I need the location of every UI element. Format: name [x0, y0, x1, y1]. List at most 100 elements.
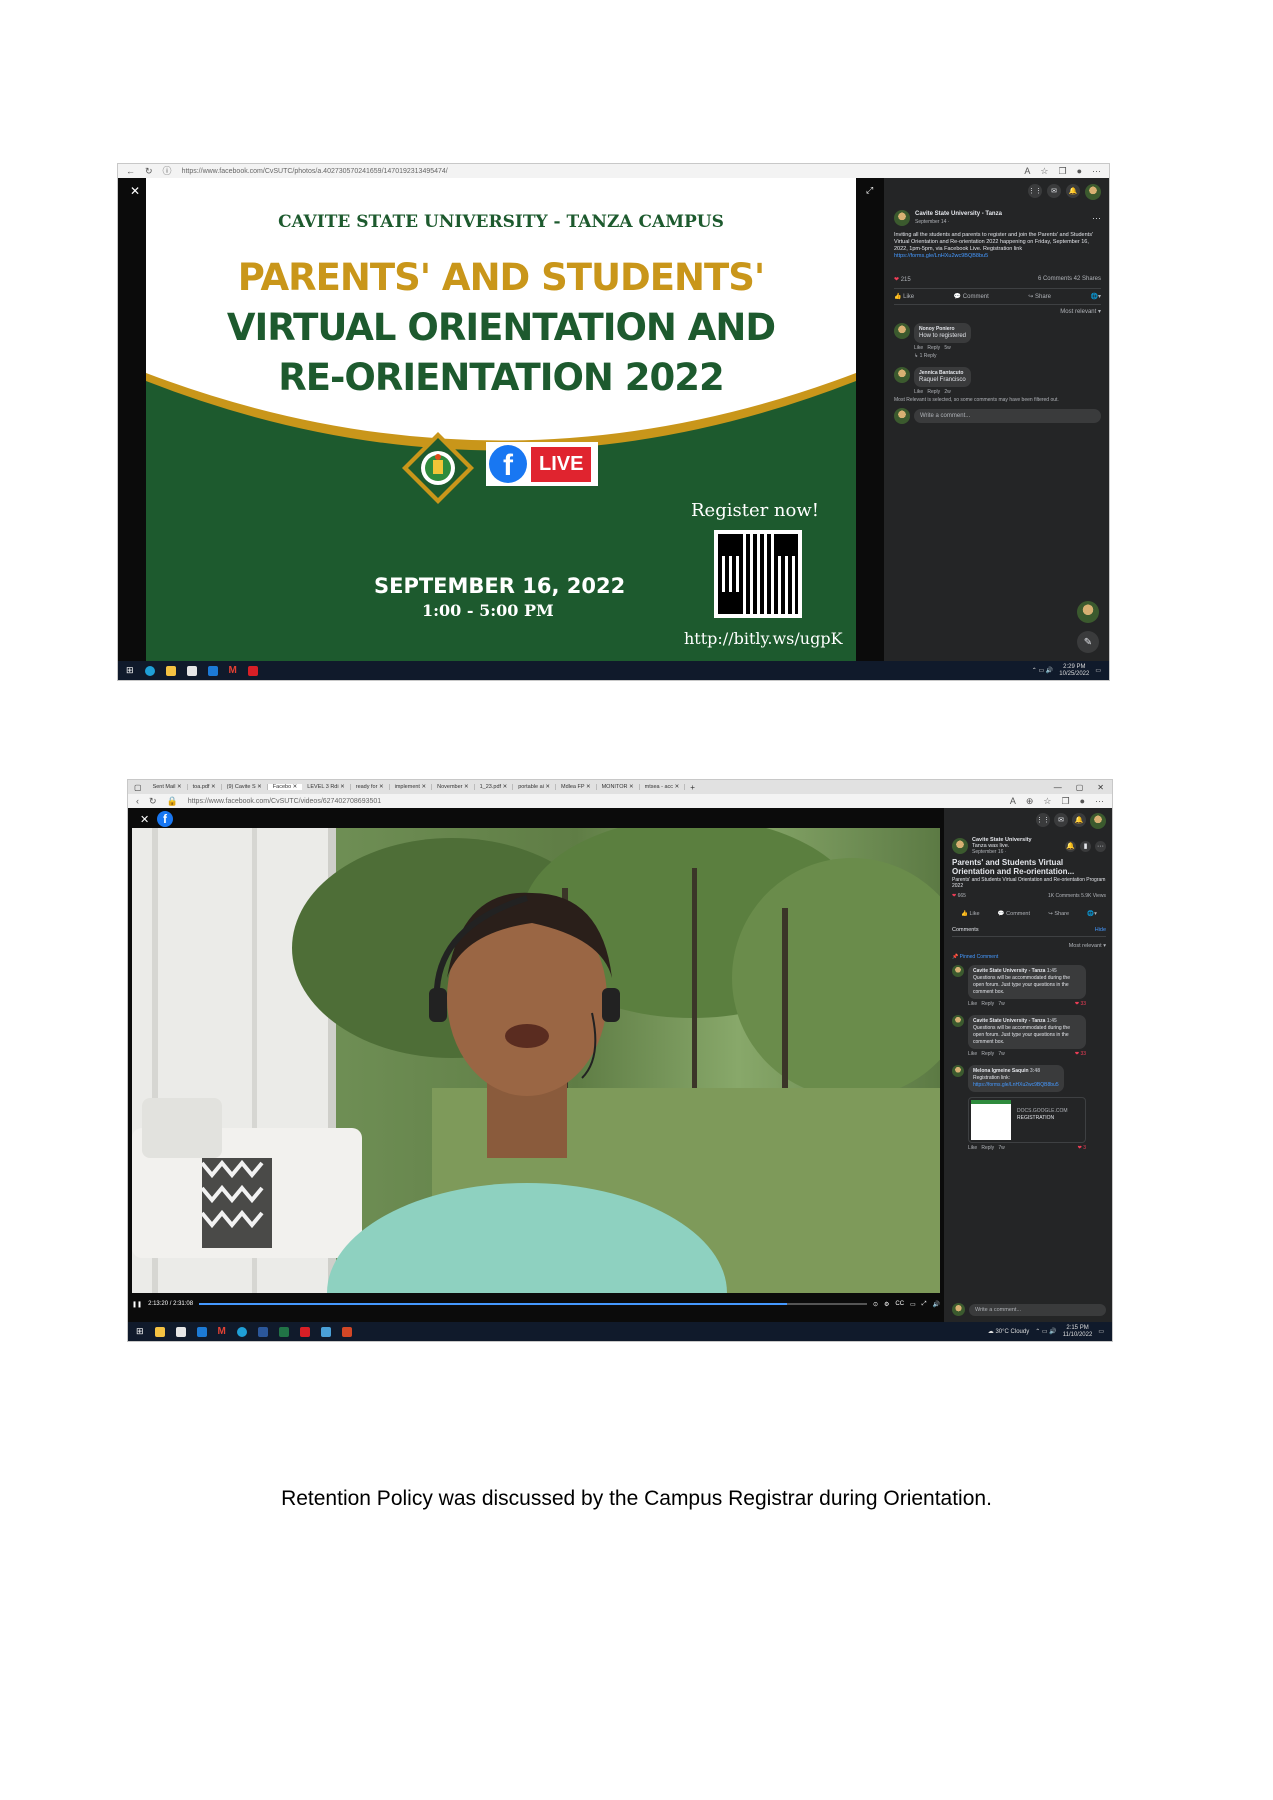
- page-avatar[interactable]: [952, 838, 968, 854]
- comment-reply[interactable]: Reply: [927, 345, 940, 351]
- mail-icon[interactable]: [207, 665, 218, 676]
- favorite-icon[interactable]: ☆: [1043, 796, 1051, 806]
- sort-dropdown[interactable]: Most relevant ▾: [952, 943, 1106, 949]
- comment-reply[interactable]: Reply: [981, 1051, 994, 1057]
- menu-icon[interactable]: ⋮⋮: [1036, 813, 1050, 827]
- share-button[interactable]: ↪ Share: [1048, 911, 1069, 917]
- account-avatar[interactable]: [1085, 184, 1101, 200]
- browser-tab[interactable]: toa.pdf ✕: [188, 784, 222, 790]
- post-options-icon[interactable]: ···: [1092, 213, 1101, 223]
- collections-icon[interactable]: ❐: [1061, 796, 1069, 806]
- browser-tab[interactable]: MONITOR ✕: [597, 784, 640, 790]
- fullscreen-icon[interactable]: ⤢: [866, 185, 873, 196]
- word-icon[interactable]: [257, 1326, 268, 1337]
- excel-icon[interactable]: [278, 1326, 289, 1337]
- favorite-icon[interactable]: ☆: [1040, 166, 1048, 176]
- commenter-name[interactable]: Nonoy Poniero: [919, 326, 966, 333]
- start-icon[interactable]: ⊞: [126, 665, 134, 676]
- write-comment-input[interactable]: Write a comment...: [914, 409, 1101, 423]
- post-date[interactable]: September 14 ·: [915, 219, 1087, 225]
- maximize-icon[interactable]: ▢: [1076, 783, 1084, 792]
- tab-comments[interactable]: Comments: [952, 927, 979, 933]
- tab-actions-icon[interactable]: ▢: [134, 783, 142, 792]
- contact-avatar[interactable]: [1077, 601, 1099, 623]
- browser-tab-active[interactable]: Facebo ✕: [267, 784, 303, 790]
- audience-icon[interactable]: 🌐▾: [1090, 293, 1100, 300]
- mail-icon[interactable]: [196, 1326, 207, 1337]
- read-aloud-icon[interactable]: A: [1010, 796, 1016, 806]
- notifications-tray-icon[interactable]: ▭: [1095, 667, 1101, 674]
- like-button[interactable]: 👍 Like: [894, 293, 914, 300]
- notify-icon[interactable]: 🔔: [1065, 840, 1076, 852]
- browser-tab[interactable]: November ✕: [432, 784, 475, 790]
- pip-icon[interactable]: ▭: [910, 1301, 916, 1308]
- gmail-icon[interactable]: M: [229, 665, 237, 676]
- registration-link[interactable]: https://forms.gle/LnHXu2wc9BQB8bu5: [894, 253, 1101, 260]
- back-icon[interactable]: ‹: [136, 796, 139, 806]
- comment-timestamp[interactable]: 1:45: [1047, 1018, 1057, 1024]
- captions-icon[interactable]: CC: [895, 1301, 904, 1307]
- commenter-name[interactable]: Melona Igmeine Saquin: [973, 1068, 1029, 1074]
- publisher-icon[interactable]: [320, 1326, 331, 1337]
- minimize-icon[interactable]: —: [1054, 783, 1062, 792]
- refresh-icon[interactable]: ↻: [145, 166, 153, 176]
- clock[interactable]: 2:15 PM 11/10/2022: [1063, 1325, 1093, 1339]
- edge-icon[interactable]: [144, 665, 155, 676]
- commenter-avatar[interactable]: [952, 965, 964, 977]
- browser-tab[interactable]: Sent Mail ✕: [148, 784, 188, 790]
- messenger-icon[interactable]: ✉: [1054, 813, 1068, 827]
- reactions-icon[interactable]: ❤: [894, 277, 899, 283]
- browser-tab[interactable]: (9) Cavite S ✕: [222, 784, 268, 790]
- autoplay-icon[interactable]: ⊙: [873, 1301, 878, 1308]
- profile-icon[interactable]: ●: [1077, 166, 1082, 176]
- acrobat-icon[interactable]: [299, 1326, 310, 1337]
- tray-icons[interactable]: ⌃ ▭ 🔊: [1032, 667, 1054, 674]
- sort-dropdown[interactable]: Most relevant ▾: [894, 308, 1101, 315]
- url-text[interactable]: https://www.facebook.com/CvSUTC/photos/a…: [182, 168, 1015, 175]
- file-explorer-icon[interactable]: [154, 1326, 165, 1337]
- browser-tab[interactable]: mtsea - acc ✕: [640, 784, 686, 790]
- url-text[interactable]: https://www.facebook.com/CvSUTC/videos/6…: [188, 798, 1000, 805]
- tray-icons[interactable]: ⌃ ▭ 🔊: [1035, 1328, 1057, 1335]
- store-icon[interactable]: [186, 665, 197, 676]
- comment-hearts[interactable]: ❤ 33: [1075, 1001, 1086, 1007]
- write-comment-input[interactable]: Write a comment...: [969, 1303, 1106, 1316]
- back-icon[interactable]: ←: [126, 166, 135, 176]
- browser-tab[interactable]: 1_23.pdf ✕: [475, 784, 514, 790]
- comment-like[interactable]: Like: [914, 389, 923, 395]
- close-icon[interactable]: ✕: [140, 813, 149, 826]
- comment-reply[interactable]: Reply: [981, 1145, 994, 1151]
- account-avatar[interactable]: [1090, 813, 1106, 829]
- notifications-icon[interactable]: 🔔: [1072, 813, 1086, 827]
- commenter-avatar[interactable]: [894, 367, 910, 383]
- fullscreen-icon[interactable]: ⤢: [922, 1301, 927, 1308]
- settings-icon[interactable]: ⚙: [884, 1301, 889, 1308]
- comment-timestamp[interactable]: 1:45: [1047, 968, 1057, 974]
- read-aloud-icon[interactable]: A: [1024, 166, 1030, 176]
- weather-widget[interactable]: ☁ 30°C Cloudy: [988, 1328, 1029, 1335]
- browser-tab[interactable]: LEVEL 3 Rdi ✕: [302, 784, 351, 790]
- comment-link[interactable]: https://forms.gle/LnHXu2wc9BQB8bu5: [973, 1082, 1059, 1089]
- comment-timestamp[interactable]: 3:48: [1030, 1068, 1040, 1074]
- comment-like[interactable]: Like: [968, 1051, 977, 1057]
- commenter-avatar[interactable]: [894, 323, 910, 339]
- comment-view-counts[interactable]: 1K Comments 5.9K Views: [1048, 893, 1106, 899]
- link-preview-card[interactable]: DOCS.GOOGLE.COM REGISTRATION: [968, 1097, 1086, 1143]
- volume-icon[interactable]: 🔊: [933, 1301, 940, 1308]
- new-message-icon[interactable]: ✎: [1077, 631, 1099, 653]
- zoom-icon[interactable]: ⊕: [1026, 796, 1034, 806]
- comment-share-counts[interactable]: 6 Comments 42 Shares: [1038, 276, 1101, 283]
- start-icon[interactable]: ⊞: [136, 1326, 144, 1337]
- browser-tab[interactable]: ready for ✕: [351, 784, 390, 790]
- pause-icon[interactable]: ❚❚: [132, 1301, 142, 1308]
- hide-button[interactable]: Hide: [1095, 927, 1106, 933]
- view-replies[interactable]: ↳ 1 Reply: [914, 353, 971, 359]
- post-date[interactable]: September 16 ·: [972, 849, 1061, 855]
- more-icon[interactable]: ···: [1092, 166, 1101, 176]
- comment-hearts[interactable]: ❤ 3: [1078, 1145, 1086, 1151]
- file-explorer-icon[interactable]: [165, 665, 176, 676]
- notifications-icon[interactable]: 🔔: [1066, 184, 1080, 198]
- audience-icon[interactable]: 🌐▾: [1087, 911, 1097, 917]
- comment-like[interactable]: Like: [968, 1145, 977, 1151]
- menu-icon[interactable]: ⋮⋮: [1028, 184, 1042, 198]
